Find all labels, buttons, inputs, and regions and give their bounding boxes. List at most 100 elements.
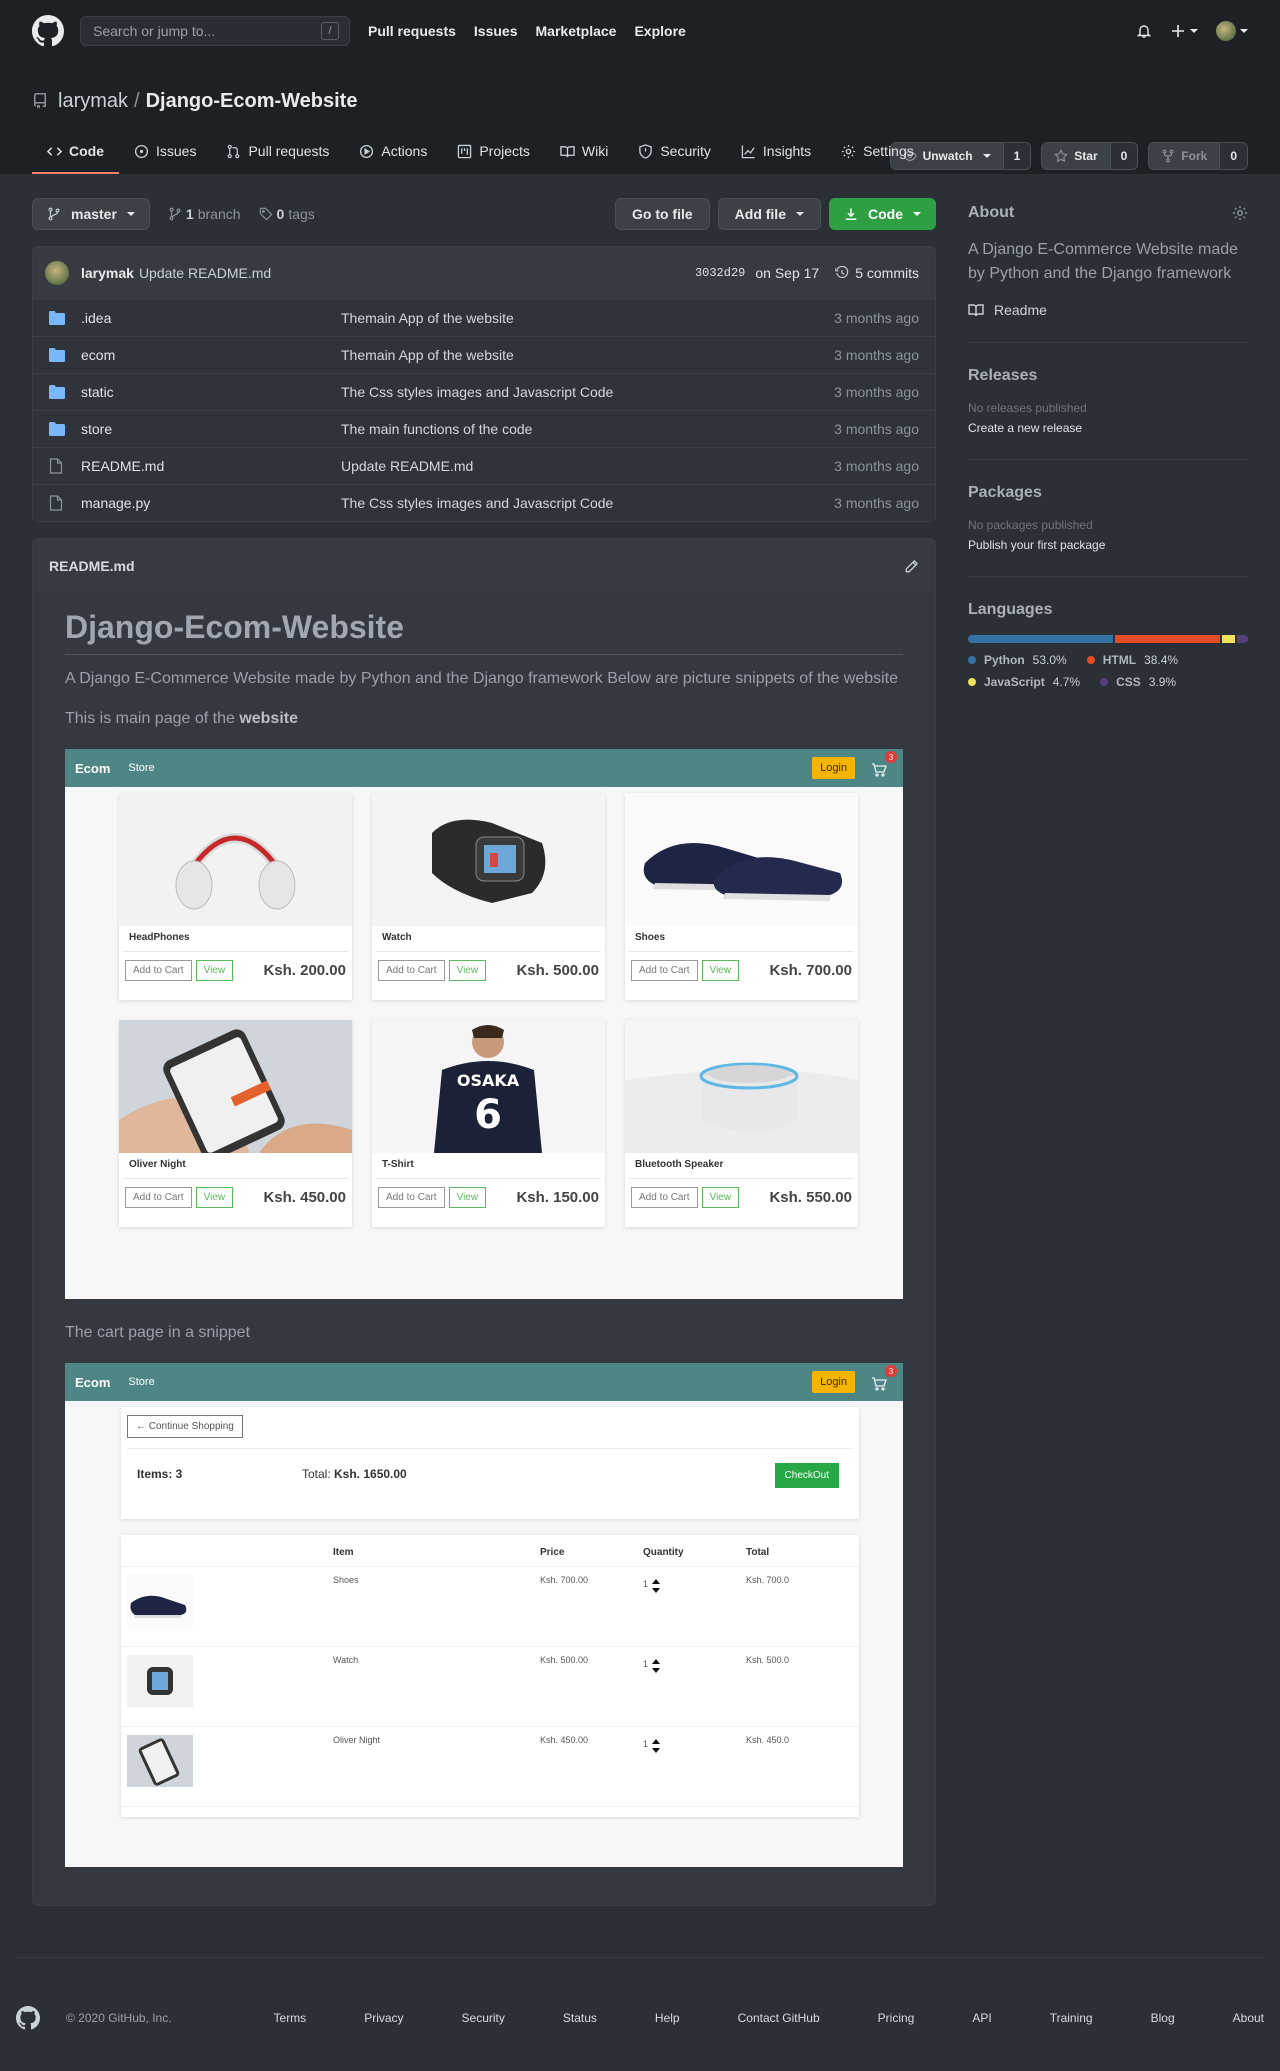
packages-title[interactable]: Packages — [968, 484, 1042, 502]
code-download-button[interactable]: Code — [829, 198, 936, 230]
readme-link[interactable]: Readme — [968, 302, 1248, 318]
gear-icon — [842, 144, 856, 158]
tab-issues[interactable]: Issues — [119, 128, 211, 174]
packages-section: Packages No packages published Publish y… — [968, 484, 1248, 577]
nav-pull-requests[interactable]: Pull requests — [368, 23, 456, 39]
watch-count[interactable]: 1 — [1002, 143, 1031, 169]
commit-sha[interactable]: 3032d29 — [695, 266, 745, 280]
language-item[interactable]: JavaScript 4.7% — [968, 675, 1080, 689]
tab-projects[interactable]: Projects — [442, 128, 545, 174]
cart-row: Watch Ksh. 500.00 1 Ksh. 500.0 — [121, 1647, 859, 1727]
footer-link-about[interactable]: About — [1233, 2011, 1264, 2025]
fork-button[interactable]: Fork 0 — [1148, 142, 1248, 170]
publish-package-link[interactable]: Publish your first package — [968, 538, 1105, 552]
readme-bold: website — [239, 710, 298, 727]
shop-navbar: Ecom Store Login 3 — [65, 749, 903, 787]
file-name-link[interactable]: .idea — [81, 310, 341, 326]
language-percent: 53.0% — [1032, 653, 1067, 667]
file-commit-message[interactable]: Update README.md — [341, 458, 834, 474]
github-logo-icon[interactable] — [32, 15, 64, 47]
code-icon — [47, 146, 62, 156]
file-commit-message[interactable]: The Css styles images and Javascript Cod… — [341, 384, 834, 400]
footer-link-status[interactable]: Status — [563, 2011, 597, 2025]
go-to-file-button[interactable]: Go to file — [614, 198, 710, 230]
nav-explore[interactable]: Explore — [634, 23, 685, 39]
footer-link-privacy[interactable]: Privacy — [364, 2011, 403, 2025]
tab-security[interactable]: Security — [623, 128, 726, 174]
github-logo-icon[interactable] — [16, 2006, 40, 2030]
create-new-dropdown[interactable] — [1170, 23, 1198, 39]
fork-count[interactable]: 0 — [1219, 143, 1247, 169]
file-age: 3 months ago — [834, 421, 919, 437]
branches-link[interactable]: 1 branch — [168, 206, 241, 222]
file-commit-message[interactable]: The main functions of the code — [341, 421, 834, 437]
add-file-button[interactable]: Add file — [717, 198, 821, 230]
file-commit-message[interactable]: Themain App of the website — [341, 310, 834, 326]
commit-author[interactable]: larymak — [81, 265, 134, 281]
tab-wiki[interactable]: Wiki — [545, 128, 623, 174]
product-price: Ksh. 450.00 — [263, 1189, 346, 1206]
tab-label: Settings — [863, 143, 914, 159]
product-card: OSAKA 6 T-Shirt Add to Cart View Ksh. 150… — [372, 1020, 605, 1227]
tab-pull-requests[interactable]: Pull requests — [211, 128, 344, 174]
chevron-down-icon — [126, 212, 135, 216]
star-button[interactable]: Star 0 — [1041, 142, 1139, 170]
languages-section: Languages Python 53.0% HTML 38.4% JavaSc… — [968, 601, 1248, 689]
footer-link-help[interactable]: Help — [655, 2011, 680, 2025]
folder-icon — [49, 348, 65, 362]
footer-link-blog[interactable]: Blog — [1151, 2011, 1175, 2025]
branch-select-button[interactable]: master — [32, 198, 150, 230]
tab-code[interactable]: Code — [32, 128, 119, 174]
language-item[interactable]: HTML 38.4% — [1086, 653, 1178, 667]
language-item[interactable]: Python 53.0% — [968, 653, 1067, 667]
repo-separator: / — [134, 89, 140, 112]
add-to-cart-button: Add to Cart — [125, 1187, 192, 1208]
footer-link-contact-github[interactable]: Contact GitHub — [738, 2011, 820, 2025]
tab-actions[interactable]: Actions — [344, 128, 442, 174]
bell-icon[interactable] — [1136, 23, 1152, 39]
checkout-button: CheckOut — [774, 1463, 839, 1488]
repo-name-link[interactable]: Django-Ecom-Website — [146, 90, 358, 113]
file-name-link[interactable]: static — [81, 384, 341, 400]
tab-settings[interactable]: Settings — [826, 128, 929, 174]
file-commit-message[interactable]: The Css styles images and Javascript Cod… — [341, 495, 834, 511]
avatar[interactable] — [45, 261, 69, 285]
tab-label: Insights — [762, 143, 812, 159]
folder-icon-wrap — [49, 311, 65, 325]
file-name-link[interactable]: manage.py — [81, 495, 341, 511]
cart-badge: 3 — [885, 751, 897, 763]
file-name-link[interactable]: README.md — [81, 458, 341, 474]
star-count[interactable]: 0 — [1109, 143, 1138, 169]
repo-owner-link[interactable]: larymak — [58, 90, 128, 113]
footer-link-terms[interactable]: Terms — [274, 2011, 307, 2025]
file-name-link[interactable]: store — [81, 421, 341, 437]
nav-issues[interactable]: Issues — [474, 23, 518, 39]
gear-icon[interactable] — [1232, 205, 1248, 221]
search-input[interactable]: Search or jump to... / — [80, 16, 350, 46]
footer-link-api[interactable]: API — [972, 2011, 991, 2025]
product-card: Watch Add to Cart View Ksh. 500.00 — [372, 793, 605, 1000]
main-content: master 1 branch 0 tags Go to file Add fi… — [0, 174, 1280, 1906]
product-price: Ksh. 500.00 — [516, 962, 599, 979]
releases-title[interactable]: Releases — [968, 367, 1037, 385]
language-name: HTML — [1102, 653, 1137, 667]
footer-link-training[interactable]: Training — [1050, 2011, 1093, 2025]
user-menu[interactable] — [1216, 21, 1248, 41]
tags-link[interactable]: 0 tags — [259, 206, 315, 222]
nav-marketplace[interactable]: Marketplace — [536, 23, 617, 39]
file-commit-message[interactable]: Themain App of the website — [341, 347, 834, 363]
readme-link-label: Readme — [994, 302, 1047, 318]
footer-link-security[interactable]: Security — [462, 2011, 505, 2025]
footer-link-pricing[interactable]: Pricing — [878, 2011, 915, 2025]
cart-item-price: Ksh. 500.00 — [540, 1655, 589, 1665]
file-name-link[interactable]: ecom — [81, 347, 341, 363]
tab-insights[interactable]: Insights — [726, 128, 826, 174]
language-item[interactable]: CSS 3.9% — [1100, 675, 1176, 689]
language-name: CSS — [1116, 675, 1141, 689]
create-release-link[interactable]: Create a new release — [968, 421, 1082, 435]
commit-message[interactable]: Update README.md — [139, 265, 271, 281]
product-card: HeadPhones Add to Cart View Ksh. 200.00 — [119, 793, 352, 1000]
pencil-icon[interactable] — [904, 559, 919, 574]
product-image — [119, 793, 352, 926]
commits-link[interactable]: 5 commits — [835, 265, 919, 281]
